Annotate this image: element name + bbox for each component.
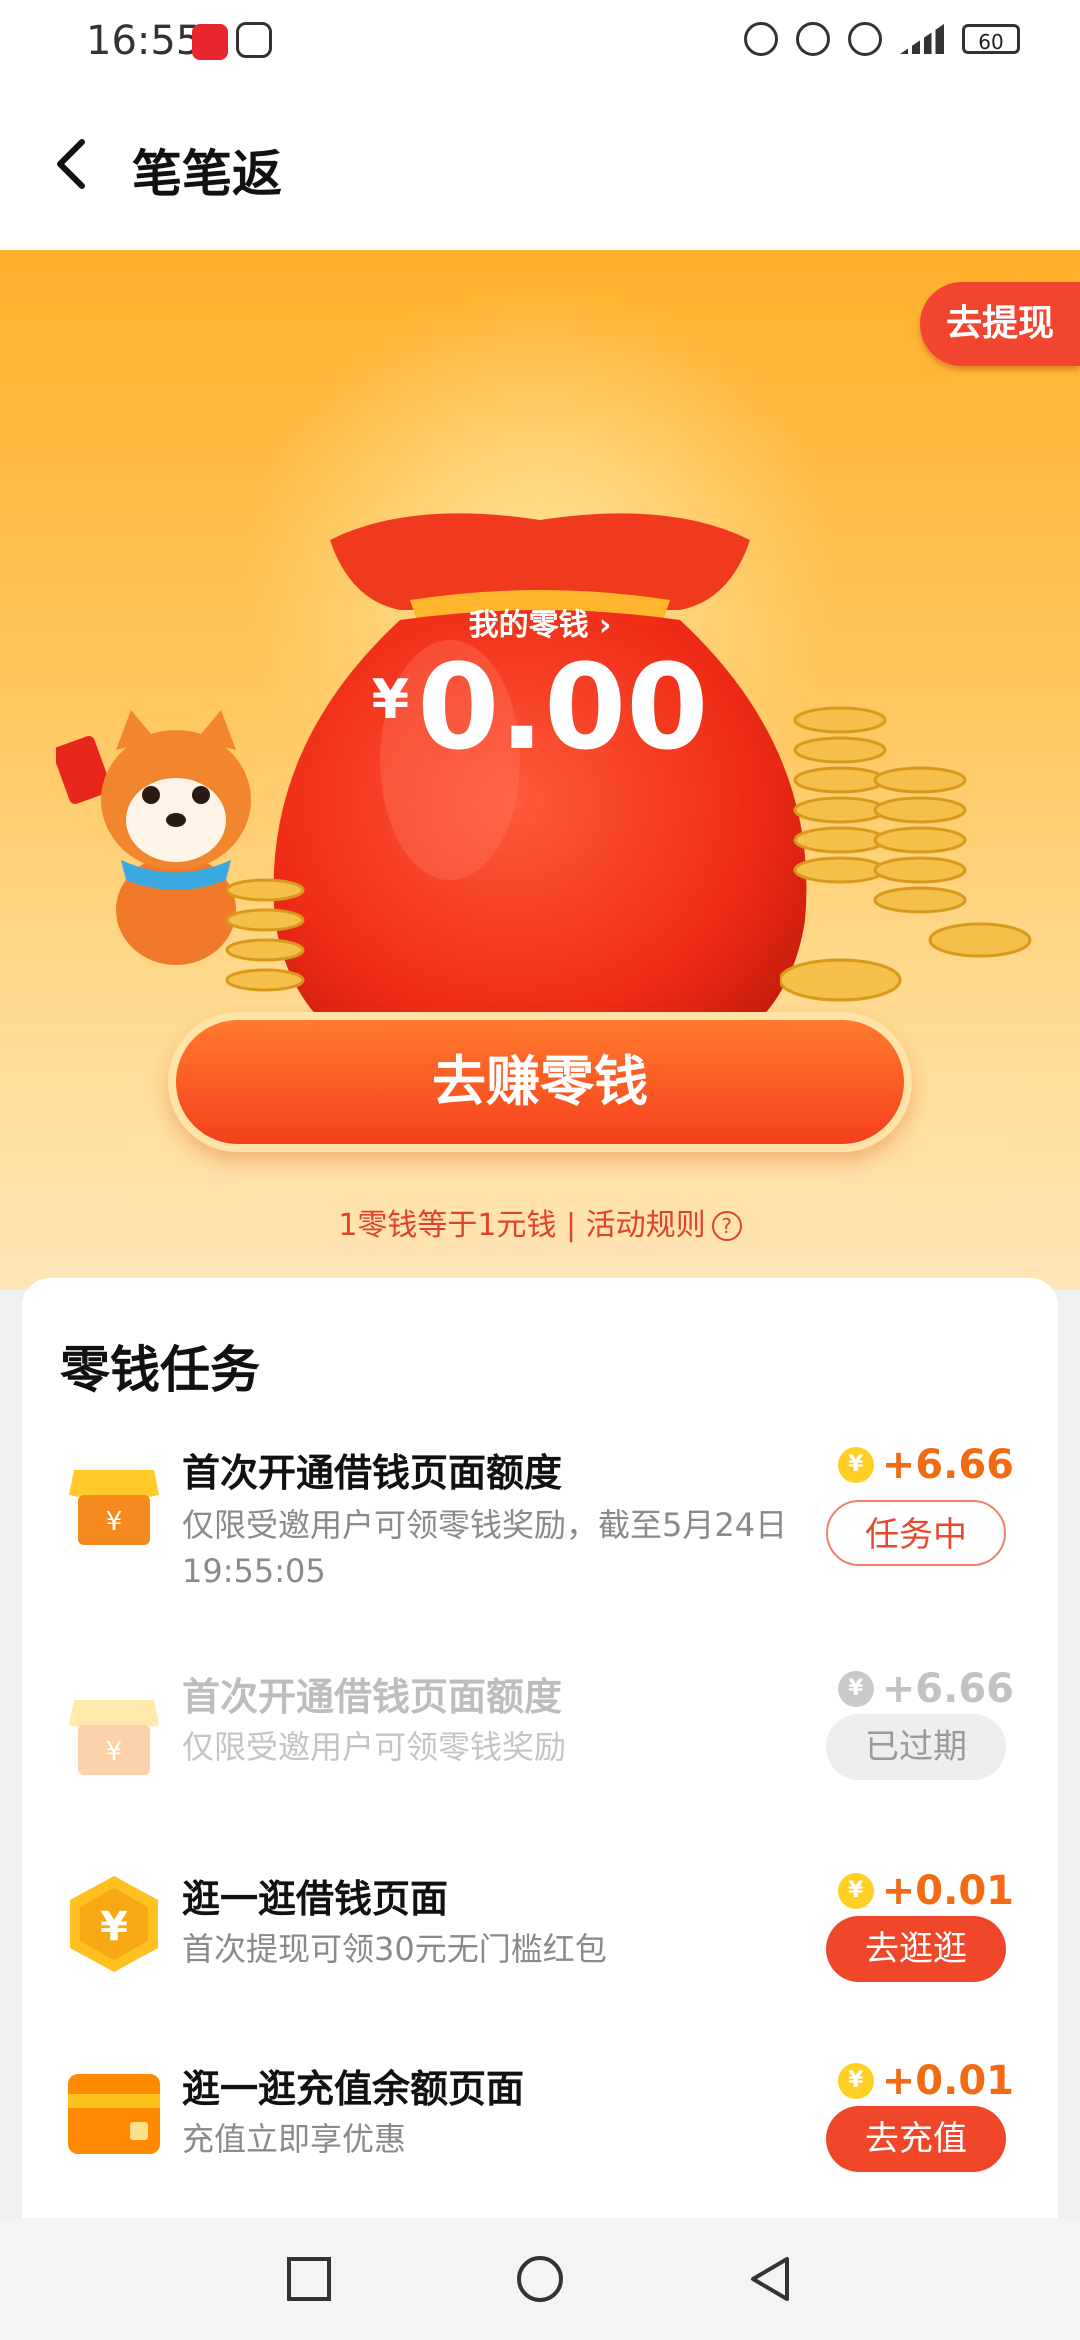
task-reward: ¥ +6.66 [837,1666,1014,1712]
rule-text: 1零钱等于1元钱 | 活动规则 [338,1208,706,1243]
task-status-button[interactable]: 任务中 [826,1500,1006,1566]
back-arrow-icon[interactable] [44,134,104,194]
task-desc: 首次提现可领30元无门槛红包 [182,1930,607,1968]
home-icon[interactable] [515,2254,565,2304]
coin-stacks-illustration [780,706,1032,1002]
back-icon[interactable] [745,2254,795,2304]
yen-hexagon-icon: ¥ [70,1876,158,1972]
signal-icon [900,24,944,54]
svg-text:¥: ¥ [106,1737,123,1767]
shop-icon: ¥ [69,1700,159,1775]
status-time: 16:55 [86,18,202,64]
money-bag-illustration [273,513,807,1090]
task-reward: ¥ +6.66 [837,1442,1014,1488]
withdraw-button[interactable]: 去提现 [920,282,1080,366]
wallet-hero: 去提现 我的零钱 › ¥0.00 去赚零钱 1零钱等于1元钱 | 活动规则 ? [0,250,1080,1290]
reward-value: +6.66 [881,1442,1014,1488]
task-name: 首次开通借钱页面额度 [182,1675,563,1719]
question-icon: ? [711,1211,742,1241]
task-desc: 仅限受邀用户可领零钱奖励 [182,1728,567,1766]
reward-value: +0.01 [881,1868,1014,1914]
mute-icon [796,22,830,56]
status-icons: 60 [744,22,1020,56]
shop-icon: ¥ [69,1470,159,1545]
battery-icon: 60 [962,24,1020,54]
wifi-icon [848,22,882,56]
task-reward: ¥ +0.01 [837,2058,1014,2104]
coin-icon: ¥ [837,1447,874,1483]
coin-icon: ¥ [837,1671,874,1707]
task-name: 逛一逛充值余额页面 [182,2067,525,2111]
status-bar: 16:55 60 [0,0,1080,90]
task-card: 零钱任务 ¥ 首次开通借钱页面额度 仅限受邀用户可领零钱奖励，截至5月24日19… [22,1278,1058,2238]
amount-value: 0.00 [417,638,709,776]
recharge-button[interactable]: 去充值 [826,2106,1006,2172]
coin-icon: ¥ [837,2063,874,2099]
task-desc: 充值立即享优惠 [182,2120,407,2158]
browse-button[interactable]: 去逛逛 [826,1916,1006,1982]
huawei-app-icon [192,24,228,60]
hand-icon [236,22,272,58]
task-name: 逛一逛借钱页面 [182,1877,449,1921]
alarm-icon [744,22,778,56]
recent-apps-icon[interactable] [284,2254,334,2304]
earn-change-button[interactable]: 去赚零钱 [168,1012,912,1152]
card-icon [68,2074,160,2154]
reward-value: +6.66 [881,1666,1014,1712]
task-section-title: 零钱任务 [60,1341,260,1399]
page-title: 笔笔返 [132,145,282,203]
task-reward: ¥ +0.01 [837,1868,1014,1914]
svg-text:¥: ¥ [106,1507,123,1537]
app-header: 笔笔返 [0,90,1080,250]
currency-symbol: ¥ [371,668,410,731]
coin-icon: ¥ [837,1873,874,1909]
task-name: 首次开通借钱页面额度 [182,1451,563,1495]
task-desc: 仅限受邀用户可领零钱奖励，截至5月24日19:55:05 [182,1506,788,1590]
task-status-button: 已过期 [826,1714,1006,1780]
svg-text:¥: ¥ [100,1904,128,1950]
reward-value: +0.01 [881,2058,1014,2104]
coin-stack-left-illustration [225,878,305,992]
system-nav-bar [0,2218,1080,2340]
rules-link[interactable]: 1零钱等于1元钱 | 活动规则? [0,1200,1080,1244]
